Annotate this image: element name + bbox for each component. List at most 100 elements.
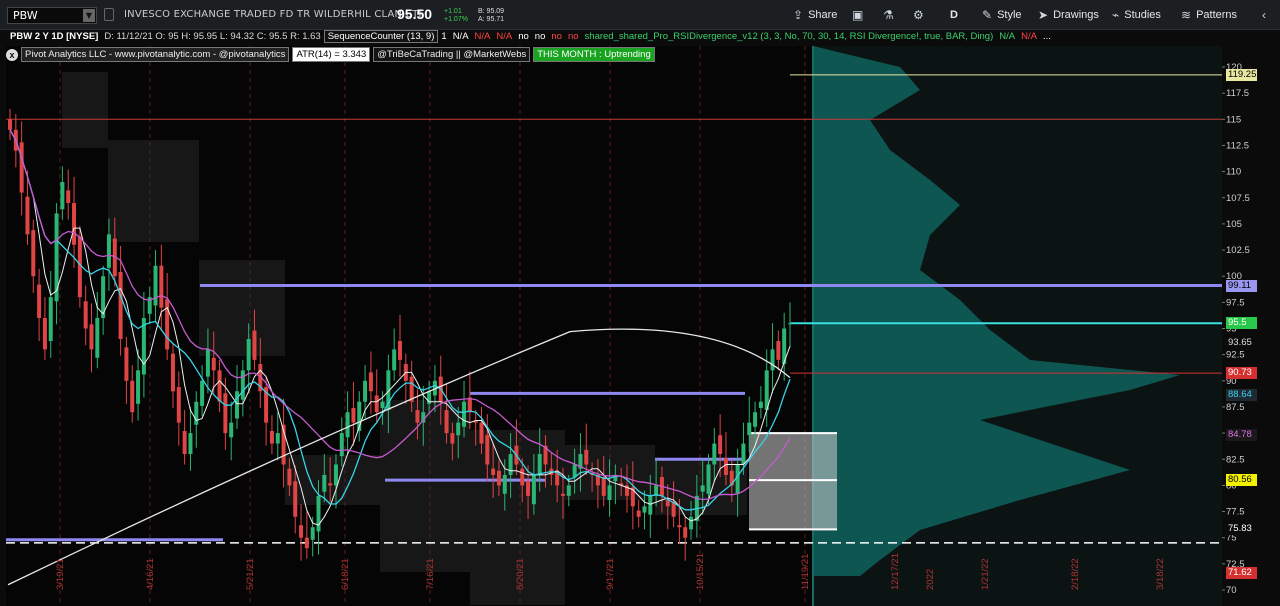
candle-body [584,449,589,465]
candle-body [531,474,536,505]
drawings-label: Drawings [1053,9,1099,21]
candle-body [456,422,461,436]
sequence-counter-study[interactable]: SequenceCounter (13, 9) [323,29,439,43]
candle-body [269,431,274,444]
gear-button[interactable]: ⚙ [913,6,924,24]
candle-body [194,401,199,425]
candle-body [130,380,135,413]
candle-body [182,431,187,455]
candle-body [95,318,100,358]
candle-body [601,477,606,496]
price-chart[interactable]: 120117.5115112.5110107.5105102.510097.59… [0,30,1280,606]
value-area-box [62,72,108,148]
price-tag: 71.62 [1226,567,1257,580]
patterns-button[interactable]: ≋ Patterns [1181,6,1237,24]
price-tag: 90.73 [1226,367,1257,380]
symbol-dropdown-icon[interactable]: ▼ [83,9,95,22]
chart-settings-icon: ▣ [852,8,864,22]
date-tick-label: 3/19/21 [55,558,66,590]
studies-icon: ⌁ [1112,8,1120,22]
change-pct: +1.07% [444,16,468,23]
studies-button[interactable]: ⌁ Studies [1112,6,1161,24]
candle-body [240,370,245,400]
candle-body [200,380,205,406]
price-tag: 75.83 [1226,523,1257,536]
candle-body [747,422,752,436]
share-icon: ⇪ [793,8,804,22]
tribe-label: @TriBeCaTrading || @MarketWebs [373,47,531,62]
price-tick-label: 107.5 [1226,193,1250,204]
study-cell: no [567,30,579,42]
candle-body [648,495,653,515]
trend-label: THIS MONTH : Uptrending [533,47,655,62]
date-tick-label: 6/18/21 [340,558,351,590]
candle-body [450,433,455,444]
candle-body [188,433,193,455]
study-cell: N/A [496,30,513,42]
candle-body [788,323,792,325]
share-button[interactable]: ⇪ Share [793,6,837,24]
candle-body [758,401,763,408]
candle-body [683,527,688,538]
rsi-divergence-study[interactable]: shared_shared_Pro_RSIDivergence_v12 (3, … [582,31,997,42]
patterns-label: Patterns [1196,9,1238,21]
chart-settings-button[interactable]: ▣ [852,6,863,24]
candle-body [520,468,525,486]
date-tick-label: 8/20/21 [515,558,526,590]
patterns-icon: ≋ [1181,8,1192,22]
studies-label: Studies [1124,9,1161,21]
candle-body [415,410,420,423]
close-icon[interactable]: x [6,48,18,61]
candle-body [392,349,397,371]
candle-body [380,401,385,408]
more-studies[interactable]: ... [1040,31,1054,42]
flask-button[interactable]: ⚗ [883,6,894,24]
candle-body [217,370,222,402]
chart-header: PBW 2 Y 1D [NYSE] D: 11/12/21 O: 95 H: 9… [6,29,1054,43]
candle-body [153,265,158,306]
rsi-cell: N/A [1021,30,1037,42]
top-toolbar: PBW ▼ INVESCO EXCHANGE TRADED FD TR WILD… [0,0,1280,30]
symbol-input[interactable]: PBW ▼ [7,7,97,24]
candle-body [8,119,12,130]
candle-body [60,182,65,210]
candle-body [42,318,47,350]
bid-price: B: 95.09 [478,8,505,15]
chart-symbol-desc[interactable]: PBW 2 Y 1D [NYSE] [6,31,101,42]
aggregation-button[interactable]: D [950,6,958,24]
candle-body [537,454,542,475]
candle-body [136,370,141,404]
value-area-box [285,455,380,505]
change-abs: +1.01 [444,8,462,15]
symbol-text: PBW [13,9,38,22]
date-tick-label: 4/16/21 [145,558,156,590]
price-tag: 80.56 [1226,473,1257,486]
date-tick-label: 12/17/21 [890,553,901,590]
price-tick-label: 70 [1226,585,1237,596]
collapse-button[interactable]: ‹ [1262,6,1266,24]
pivot-label: Pivot Analytics LLC - www.pivotanalytic.… [21,47,290,62]
candle-body [293,481,298,517]
link-icon[interactable] [104,8,114,21]
candle-body [48,297,53,342]
price-tag: 95.5 [1226,317,1257,330]
aggregation-label: D [950,9,958,21]
price-tick-label: 77.5 [1226,507,1245,518]
candle-body [462,401,467,427]
price-tick-label: 110 [1226,167,1241,178]
candle-body [287,468,292,486]
candle-body [89,324,94,350]
candle-body [689,516,694,530]
study-cell: N/A [452,30,469,42]
chart-labels: x Pivot Analytics LLC - www.pivotanalyti… [6,47,655,62]
candle-body [706,464,711,494]
chevron-left-icon: ‹ [1262,8,1266,22]
candle-body [479,422,484,444]
drawings-button[interactable]: ➤ Drawings [1038,6,1099,24]
style-button[interactable]: ✎ Style [982,6,1022,24]
candle-body [560,493,565,496]
value-area-box [199,260,285,356]
candle-body [339,433,344,457]
candle-body [741,443,746,465]
candle-body [444,410,449,434]
